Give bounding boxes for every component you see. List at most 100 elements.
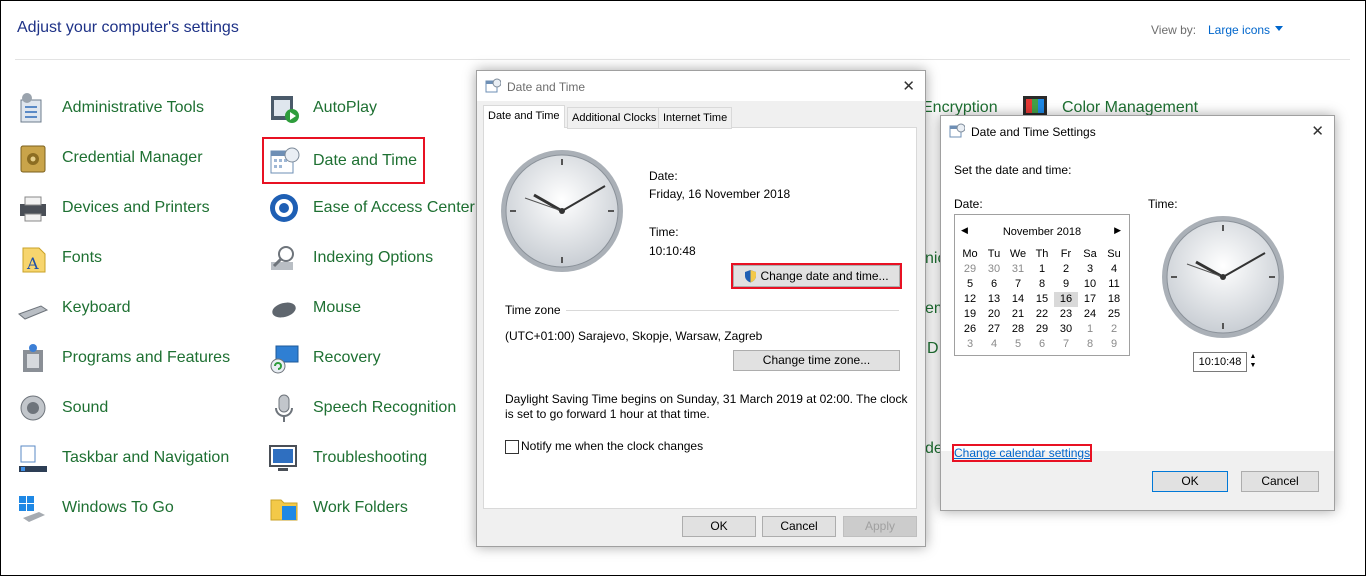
calendar-day[interactable]: 7 — [1054, 337, 1078, 352]
cancel-button[interactable]: Cancel — [1241, 471, 1319, 492]
cp-item-credential-manager[interactable]: Credential Manager — [17, 138, 203, 178]
cp-item-devices-printers[interactable]: Devices and Printers — [17, 188, 210, 228]
cp-item-work-folders[interactable]: Work Folders — [268, 488, 408, 528]
calendar-day[interactable]: 19 — [958, 307, 982, 322]
cp-item-troubleshooting[interactable]: Troubleshooting — [268, 438, 427, 478]
admin-tools-icon — [17, 92, 49, 124]
notify-checkbox-label: Notify me when the clock changes — [521, 439, 704, 453]
apply-button[interactable]: Apply — [843, 516, 917, 537]
calendar-day[interactable]: 22 — [1030, 307, 1054, 322]
calendar-day[interactable]: 12 — [958, 292, 982, 307]
speaker-icon — [17, 392, 49, 424]
dialog-title: Date and Time — [507, 80, 586, 94]
calendar-day[interactable]: 7 — [1006, 277, 1030, 292]
calendar-day[interactable]: 25 — [1102, 307, 1126, 322]
calendar-day[interactable]: 18 — [1102, 292, 1126, 307]
fonts-icon: A — [17, 242, 49, 274]
tab-additional-clocks[interactable]: Additional Clocks — [567, 107, 662, 129]
calendar-day[interactable]: 8 — [1078, 337, 1102, 352]
calendar-day[interactable]: 29 — [1030, 322, 1054, 337]
calendar-day[interactable]: 2 — [1102, 322, 1126, 337]
calendar-day[interactable]: 26 — [958, 322, 982, 337]
calendar-day[interactable]: 16 — [1054, 292, 1078, 307]
change-date-time-button[interactable]: Change date and time... — [731, 263, 902, 289]
calendar-day[interactable]: 11 — [1102, 277, 1126, 292]
chevron-up-icon[interactable]: ▲ — [1246, 352, 1260, 361]
calendar-day[interactable]: 23 — [1054, 307, 1078, 322]
calendar-day[interactable]: 5 — [958, 277, 982, 292]
indexing-icon — [268, 242, 300, 274]
notify-checkbox[interactable] — [505, 440, 519, 454]
programs-icon — [17, 342, 49, 374]
calendar-day[interactable]: 3 — [958, 337, 982, 352]
next-month-icon[interactable]: ▶ — [1114, 225, 1121, 236]
close-icon[interactable]: ✕ — [1311, 122, 1324, 140]
cp-item-programs-features[interactable]: Programs and Features — [17, 338, 230, 378]
calendar-day[interactable]: 30 — [982, 262, 1006, 277]
calendar-day[interactable]: 9 — [1054, 277, 1078, 292]
calendar-day[interactable]: 4 — [982, 337, 1006, 352]
chevron-down-icon[interactable] — [1275, 26, 1283, 31]
calendar-day[interactable]: 28 — [1006, 322, 1030, 337]
change-timezone-button[interactable]: Change time zone... — [733, 350, 900, 371]
calendar-month[interactable]: November 2018 — [955, 226, 1129, 238]
cp-item-fonts[interactable]: A Fonts — [17, 238, 102, 278]
cp-item-mouse[interactable]: Mouse — [268, 288, 361, 328]
time-input[interactable]: 10:10:48 — [1193, 352, 1247, 372]
calendar-day[interactable]: 4 — [1102, 262, 1126, 277]
calendar-day[interactable]: 30 — [1054, 322, 1078, 337]
calendar-clock-icon — [485, 78, 502, 94]
chevron-down-icon[interactable]: ▼ — [1246, 361, 1260, 370]
calendar-day[interactable]: 21 — [1006, 307, 1030, 322]
cp-item-recovery[interactable]: Recovery — [268, 338, 381, 378]
folder-icon — [268, 492, 300, 524]
windows-usb-icon — [17, 492, 49, 524]
calendar-day[interactable]: 27 — [982, 322, 1006, 337]
calendar-day[interactable]: 17 — [1078, 292, 1102, 307]
cp-item-date-and-time[interactable]: Date and Time — [262, 137, 425, 184]
cp-item-indexing-options[interactable]: Indexing Options — [268, 238, 433, 278]
cp-item-sound[interactable]: Sound — [17, 388, 108, 428]
cp-item-autoplay[interactable]: AutoPlay — [268, 88, 377, 128]
cp-item-administrative-tools[interactable]: Administrative Tools — [17, 88, 204, 128]
microphone-icon — [268, 392, 300, 424]
calendar-day[interactable]: 1 — [1078, 322, 1102, 337]
view-by-dropdown[interactable]: Large icons — [1208, 23, 1270, 37]
calendar-day[interactable]: 1 — [1030, 262, 1054, 277]
cp-item-taskbar-navigation[interactable]: Taskbar and Navigation — [17, 438, 229, 478]
calendar-day[interactable]: 6 — [982, 277, 1006, 292]
calendar-day[interactable]: 3 — [1078, 262, 1102, 277]
change-calendar-settings-link[interactable]: Change calendar settings — [951, 444, 1093, 462]
cp-item-speech-recognition[interactable]: Speech Recognition — [268, 388, 456, 428]
calendar-day[interactable]: 31 — [1006, 262, 1030, 277]
weekday-header: Su — [1107, 248, 1121, 260]
calendar-day[interactable]: 5 — [1006, 337, 1030, 352]
dialog-titlebar: Date and Time ✕ — [477, 71, 925, 101]
calendar-day[interactable]: 15 — [1030, 292, 1054, 307]
ok-button[interactable]: OK — [1152, 471, 1228, 492]
calendar-day[interactable]: 2 — [1054, 262, 1078, 277]
tab-internet-time[interactable]: Internet Time — [658, 107, 733, 129]
cp-item-ease-of-access[interactable]: Ease of Access Center — [268, 188, 475, 228]
cancel-button[interactable]: Cancel — [762, 516, 836, 537]
calendar-day[interactable]: 20 — [982, 307, 1006, 322]
ok-button[interactable]: OK — [682, 516, 756, 537]
cp-item-keyboard[interactable]: Keyboard — [17, 288, 131, 328]
time-label: Time: — [649, 225, 679, 239]
tab-date-and-time[interactable]: Date and Time — [483, 105, 565, 128]
calendar-day[interactable]: 24 — [1078, 307, 1102, 322]
calendar-day[interactable]: 10 — [1078, 277, 1102, 292]
cp-item-label: Administrative Tools — [62, 99, 204, 116]
calendar-day[interactable]: 14 — [1006, 292, 1030, 307]
calendar-day[interactable]: 8 — [1030, 277, 1054, 292]
calendar-day[interactable]: 13 — [982, 292, 1006, 307]
cp-item-label: Keyboard — [62, 299, 131, 316]
time-spinner[interactable]: ▲ ▼ — [1246, 352, 1260, 370]
calendar-day[interactable]: 29 — [958, 262, 982, 277]
cp-item-label: Windows To Go — [62, 499, 174, 516]
calendar-day[interactable]: 6 — [1030, 337, 1054, 352]
cp-item-windows-to-go[interactable]: Windows To Go — [17, 488, 174, 528]
calendar-day[interactable]: 9 — [1102, 337, 1126, 352]
close-icon[interactable]: ✕ — [902, 77, 915, 95]
cp-item-label: Devices and Printers — [62, 199, 210, 216]
